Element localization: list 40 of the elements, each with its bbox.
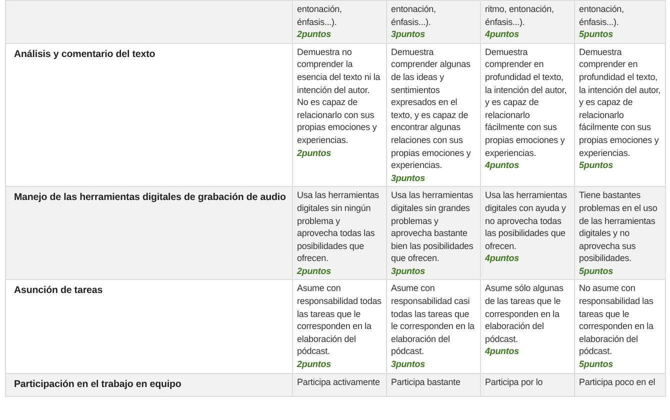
points-label: 3puntos — [391, 358, 426, 371]
level-description: Usa las herramientas digitales sin grandes problemas y aprovecha bastante bien las posibilidades que ofrecen. — [391, 189, 474, 265]
criterion-label: Análisis y comentario del texto — [14, 48, 156, 62]
points-label: 5puntos — [579, 28, 614, 41]
points-label: 4puntos — [485, 159, 520, 172]
points-label: 2puntos — [297, 358, 332, 371]
points-label: 3puntos — [391, 28, 426, 41]
points-label: 3puntos — [391, 172, 426, 184]
level-description: Participa bastante — [391, 376, 462, 388]
level-description: entonación, énfasis...). — [297, 3, 343, 28]
level-description: Usa las herramientas digitales sin ningún problema y aprovecha todas las posibilidades que ofrecen. — [297, 189, 380, 265]
level-description: Tiene bastantes problemas en el uso de las herramientas digitales y no aprovecha sus posibilidades. — [579, 189, 658, 265]
level-description: ritmo, entonación, énfasis...). — [485, 3, 555, 28]
level-description: Participa activamente — [297, 376, 381, 388]
points-label: 2puntos — [297, 146, 332, 160]
level-description: Usa las herramientas digitales con ayuda y no aprovecha todas las posibilidades que ofrecen. — [485, 189, 568, 252]
points-label: 4puntos — [485, 28, 520, 41]
points-label: 3puntos — [391, 264, 426, 278]
points-label: 5puntos — [579, 358, 614, 371]
level-description: Demuestra comprender algunas de las ideas y sentimientos expresados en el texto, y es capaz de encontrar algunas relaciones con sus propias emociones y experiencias. — [391, 46, 472, 172]
level-description: Participa por lo — [485, 376, 544, 388]
level-description: Demuestra comprender en profundidad el texto, la intención del autor, y es capaz de relacionarlo fácilmente con sus propias emociones y experiencias. — [485, 46, 568, 160]
criterion-label: Asunción de tareas — [14, 285, 104, 298]
points-label: 2puntos — [297, 264, 332, 278]
level-description: Asume sólo algunas de las tareas que le corresponden en la elaboración del pódcast. — [485, 282, 564, 346]
points-label: 5puntos — [579, 159, 614, 172]
level-description: Demuestra comprender en profundidad el texto, la intención del autor, y es capaz de relacionarlo fácilmente con sus propias emociones y experiencias. — [579, 46, 662, 160]
level-description: No asume con responsabilidad las tareas que le corresponden en la elaboración del pódcast. — [579, 282, 654, 358]
criterion-label: Participación en el trabajo en equipo — [14, 378, 182, 392]
level-description: Asume con responsabilidad todas las tareas que le corresponden en la elaboración del pódcast. — [297, 282, 382, 358]
level-description: entonación, énfasis...). — [579, 3, 625, 28]
points-label: 4puntos — [485, 345, 520, 358]
points-label: 5puntos — [579, 264, 614, 278]
level-description: Demuestra no comprender la esencia del texto ni la intención del autor. No es capaz de relacionarlo con sus propias emociones y experiencias. — [297, 46, 382, 147]
criterion-label: Manejo de las herramientas digitales de grabación de audio — [14, 192, 284, 205]
level-description: Asume con responsabilidad casi todas las tareas que le corresponden en la elaboración del pódcast. — [391, 282, 476, 358]
points-label: 2puntos — [297, 28, 332, 41]
level-description: entonación, énfasis...). — [391, 3, 437, 28]
level-description: Participa poco en el — [579, 376, 656, 388]
points-label: 4puntos — [485, 252, 520, 265]
